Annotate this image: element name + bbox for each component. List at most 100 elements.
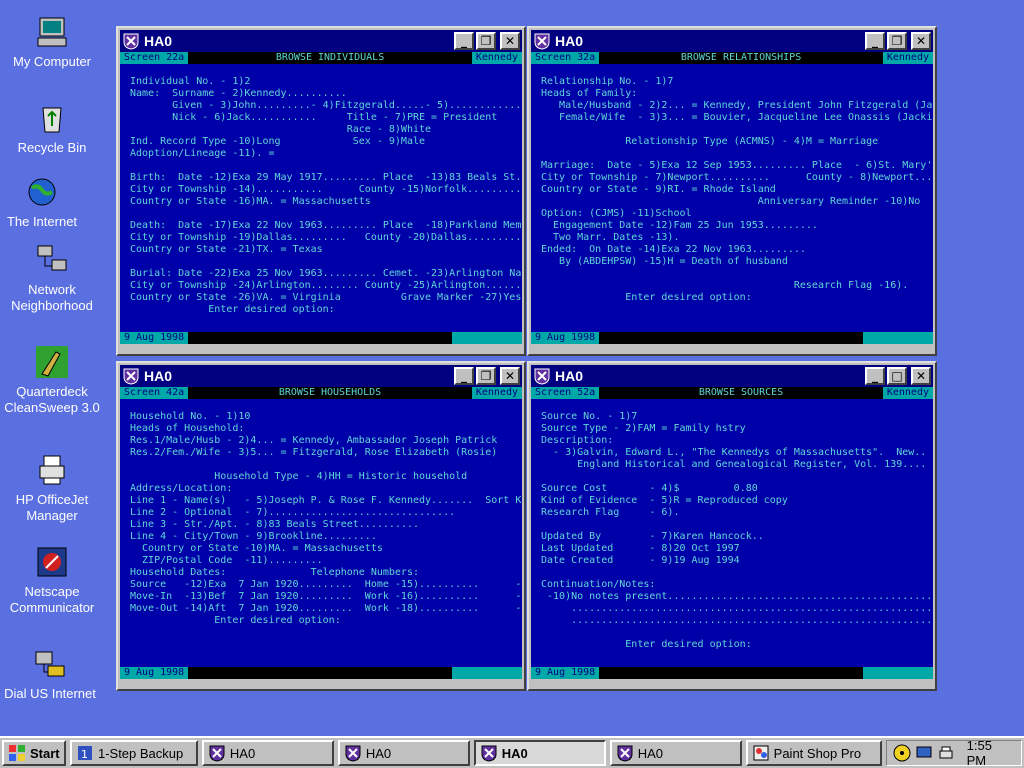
system-tray: 1:55 PM <box>885 738 1022 768</box>
screen-line: Enter desired option: <box>541 639 752 650</box>
screen-line: Relationship Type (ACMNS) - 4)M = Marria… <box>541 136 879 147</box>
screen-line: - 3)Galvin, Edward L., "The Kennedys of … <box>541 447 927 458</box>
close-button[interactable]: ✕ <box>911 32 931 50</box>
screen-user: Kennedy <box>882 52 933 64</box>
screen-line: Household Dates: Telephone Numbers: <box>130 567 419 578</box>
task-label: HA0 <box>501 745 528 761</box>
screen-line: Line 1 - Name(s) - 5)Joseph P. & Rose F.… <box>130 495 522 506</box>
paint-shop-pro-icon <box>752 744 770 762</box>
screen-line: Continuation/Notes: <box>541 579 656 590</box>
start-button[interactable]: Start <box>2 740 66 766</box>
minimize-button[interactable]: _ <box>454 367 474 385</box>
screen-line: ........................................… <box>541 603 933 614</box>
screen-line: Household No. - 1)10 <box>130 411 251 422</box>
dos-screen[interactable]: Screen 22a BROWSE INDIVIDUALS Kennedy Indiv… <box>120 52 522 344</box>
dos-screen[interactable]: Screen 52a BROWSE SOURCES Kennedy Source No… <box>531 387 933 679</box>
screen-line: ........................................… <box>541 615 933 626</box>
screen-line: England Historical and Genealogical Regi… <box>541 459 927 470</box>
taskbar: Start 1 1-Step Backup HA0 HA0 HA0 HA0 Pa… <box>0 736 1024 768</box>
minimize-button[interactable]: _ <box>865 32 885 50</box>
screen-line: Country or State -16)MA. = Massachusetts <box>130 196 371 207</box>
ha0-window-2[interactable]: HA0 _ ❐ ✕ Screen 32a BROWSE RELATIONSHIPS Kenn… <box>527 26 937 356</box>
close-button[interactable]: ✕ <box>500 367 520 385</box>
task-ha0-3[interactable]: HA0 <box>473 740 606 766</box>
screen-line: Heads of Household: <box>130 423 245 434</box>
screen-line: Race - 8)White <box>130 124 432 135</box>
screen-line: City or Township - 7)Newport.......... C… <box>541 172 933 183</box>
close-button[interactable]: ✕ <box>911 367 931 385</box>
task-ha0-1[interactable]: HA0 <box>201 740 334 766</box>
screen-line: Line 2 - Optional - 7)..................… <box>130 507 456 518</box>
ha0-app-icon <box>533 32 551 50</box>
desktop-icon-cleansweep[interactable]: Quarterdeck CleanSweep 3.0 <box>0 344 104 416</box>
desktop-icon-label: Netscape Communicator <box>9 584 95 615</box>
screen-line: Source No. - 1)7 <box>541 411 638 422</box>
maximize-button[interactable]: ❐ <box>887 32 907 50</box>
dos-screen[interactable]: Screen 42a BROWSE HOUSEHOLDS Kennedy Househ… <box>120 387 522 679</box>
task-paint-shop-pro[interactable]: Paint Shop Pro <box>745 740 882 766</box>
desktop-icon-network[interactable]: Network Neighborhood <box>0 242 104 314</box>
monitor-icon[interactable] <box>915 744 933 762</box>
maximize-button[interactable]: □ <box>887 367 907 385</box>
screen-line: Female/Wife - 3)3... = Bouvier, Jacqueli… <box>541 112 933 123</box>
screen-line: Engagement Date -12)Fam 25 Jun 1953.....… <box>541 220 818 231</box>
desktop-icon-label: Network Neighborhood <box>11 282 93 313</box>
window-title: HA0 <box>144 33 173 49</box>
screen-line: Ended: On Date -14)Exa 22 Nov 1963......… <box>541 244 806 255</box>
radiation-icon[interactable] <box>893 744 911 762</box>
task-ha0-4[interactable]: HA0 <box>609 740 742 766</box>
desktop-icon-the-internet[interactable]: The Internet <box>0 174 94 230</box>
screen-date: 9 Aug 1998 <box>531 332 600 344</box>
windows-logo-icon <box>8 744 26 762</box>
screen-line: Date Created - 9)19 Aug 1994 <box>541 555 740 566</box>
ha0-app-icon <box>122 367 140 385</box>
maximize-button[interactable]: ❐ <box>476 367 496 385</box>
printer-icon <box>34 452 70 488</box>
screen-footer: 9 Aug 1998 <box>120 667 522 679</box>
network-icon <box>34 242 70 278</box>
screen-line: Household Type - 4)HH = Historic househo… <box>130 471 468 482</box>
screen-line: Research Flag -16). <box>541 280 909 291</box>
screen-line: City or Township -14)........... County … <box>130 184 522 195</box>
task-1-step-backup[interactable]: 1 1-Step Backup <box>69 740 198 766</box>
svg-text:1: 1 <box>81 748 88 761</box>
screen-date: 9 Aug 1998 <box>531 667 600 679</box>
window-titlebar[interactable]: HA0 _ ❐ ✕ <box>531 30 933 52</box>
clock[interactable]: 1:55 PM <box>967 738 1015 768</box>
minimize-button[interactable]: _ <box>865 367 885 385</box>
screen-date: 9 Aug 1998 <box>120 332 189 344</box>
desktop-icon-recycle-bin[interactable]: Recycle Bin <box>0 100 104 156</box>
ha0-window-3[interactable]: HA0 _ ❐ ✕ Screen 42a BROWSE HOUSEHOLDS Kennedy… <box>116 361 526 691</box>
screen-line: Kind of Evidence - 5)R = Reproduced copy <box>541 495 788 506</box>
desktop-icon-dial-us[interactable]: Dial US Internet <box>0 646 102 702</box>
task-label: HA0 <box>229 745 256 761</box>
screen-line: Description: <box>541 435 614 446</box>
desktop-icon-hp-officejet[interactable]: HP OfficeJet Manager <box>0 452 104 524</box>
window-titlebar[interactable]: HA0 _ ❐ ✕ <box>120 365 522 387</box>
minimize-button[interactable]: _ <box>454 32 474 50</box>
desktop-icon-label: Dial US Internet <box>4 686 96 701</box>
screen-line: ZIP/Postal Code -11)......... <box>130 555 323 566</box>
desktop-icon-label: The Internet <box>6 214 78 229</box>
screen-header: Screen 42a BROWSE HOUSEHOLDS Kennedy <box>120 387 522 399</box>
netscape-icon <box>34 544 70 580</box>
desktop-icon-label: Recycle Bin <box>17 140 87 155</box>
window-titlebar[interactable]: HA0 _ □ ✕ <box>531 365 933 387</box>
screen-id: Screen 52a <box>531 387 600 399</box>
task-label: Paint Shop Pro <box>773 745 862 761</box>
desktop-icon-netscape[interactable]: Netscape Communicator <box>0 544 104 616</box>
window-titlebar[interactable]: HA0 _ ❐ ✕ <box>120 30 522 52</box>
desktop-icon-my-computer[interactable]: My Computer <box>0 14 104 70</box>
ha0-window-1[interactable]: HA0 _ ❐ ✕ Screen 22a BROWSE INDIVIDUALS Kenned… <box>116 26 526 356</box>
dos-screen[interactable]: Screen 32a BROWSE RELATIONSHIPS Kennedy Rel… <box>531 52 933 344</box>
maximize-button[interactable]: ❐ <box>476 32 496 50</box>
screen-footer: 9 Aug 1998 <box>531 667 933 679</box>
ha0-window-4[interactable]: HA0 _ □ ✕ Screen 52a BROWSE SOURCES Kennedy Sou… <box>527 361 937 691</box>
screen-id: Screen 42a <box>120 387 189 399</box>
screen-id: Screen 22a <box>120 52 189 64</box>
task-ha0-2[interactable]: HA0 <box>337 740 470 766</box>
screen-line: Source Cost - 4)$ 0.80 <box>541 483 758 494</box>
close-button[interactable]: ✕ <box>500 32 520 50</box>
screen-line: Nick - 6)Jack........... Title - 7)PRE =… <box>130 112 498 123</box>
printer-tray-icon[interactable] <box>937 744 955 762</box>
